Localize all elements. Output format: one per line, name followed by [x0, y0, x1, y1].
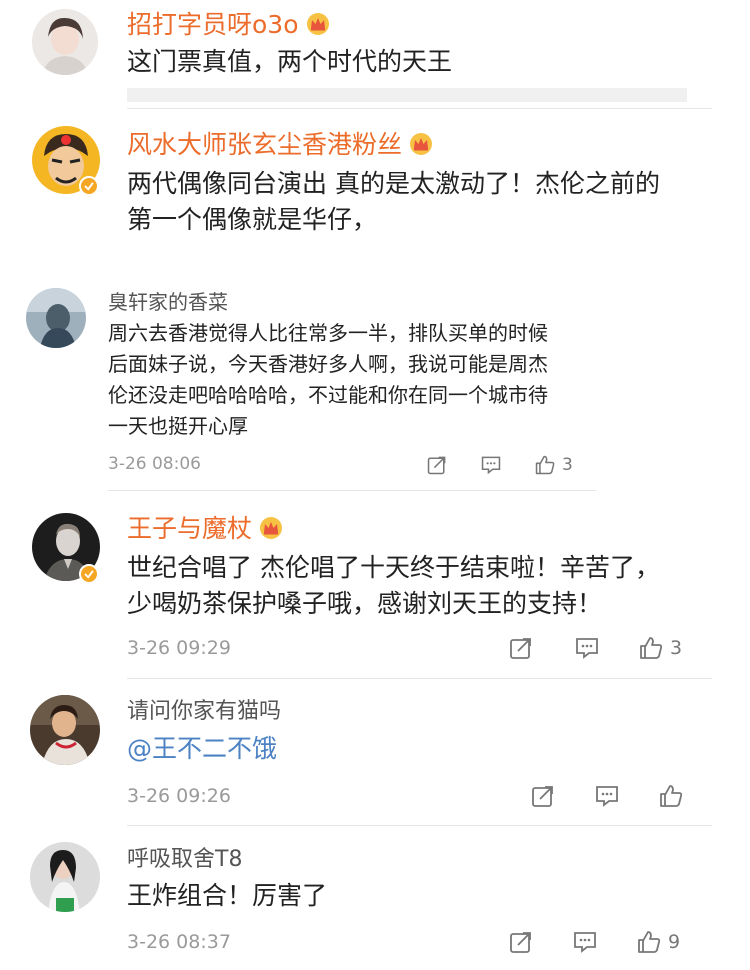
forward-icon	[427, 456, 446, 475]
like-button[interactable]: 3	[534, 450, 573, 480]
comment-text: 世纪合唱了 杰伦唱了十天终于结束啦！辛苦了， 少喝奶茶保护嗓子哦，感谢刘天王的支…	[127, 553, 660, 618]
avatar-image	[26, 288, 86, 348]
like-button[interactable]	[658, 781, 690, 811]
forward-icon	[510, 638, 531, 659]
comment-meta: 3-26 09:26	[0, 781, 750, 811]
timestamp: 3-26 08:37	[127, 931, 231, 953]
forward-button[interactable]	[530, 781, 556, 811]
comment-text: 两代偶像同台演出 真的是太激动了！杰伦之前的 第一个偶像就是华仔，	[127, 169, 660, 234]
vip-crown-icon	[408, 132, 434, 156]
avatar[interactable]	[26, 288, 86, 348]
forward-button[interactable]	[508, 927, 534, 957]
timestamp: 3-26 08:06	[108, 454, 201, 474]
avatar[interactable]	[30, 695, 100, 765]
thumbs-up-icon	[660, 785, 683, 807]
comment-meta: 3-26 08:06 3	[0, 450, 750, 480]
reply-button[interactable]	[572, 927, 598, 957]
username[interactable]: 臭轩家的香菜	[108, 292, 228, 312]
comment-meta: 3-26 08:37 9	[0, 927, 750, 957]
avatar-image	[30, 695, 100, 765]
comment-icon	[596, 786, 618, 807]
username-text[interactable]: 风水大师张玄尘香港粉丝	[127, 130, 402, 159]
avatar-image	[30, 842, 100, 912]
comment-icon	[481, 456, 501, 475]
forward-icon	[510, 932, 531, 953]
thumbs-up-icon	[535, 455, 555, 475]
comment-meta: 3-26 09:29 3	[0, 633, 750, 663]
forward-button[interactable]	[426, 450, 448, 480]
reply-button[interactable]	[594, 781, 620, 811]
divider	[127, 108, 712, 109]
reply-button[interactable]	[574, 633, 600, 663]
username-text[interactable]: 王子与魔杖	[127, 514, 252, 543]
username[interactable]: 王子与魔杖	[127, 516, 284, 541]
like-count: 3	[670, 637, 683, 659]
like-button[interactable]: 9	[636, 927, 680, 957]
reply-preview-bar	[127, 88, 687, 102]
like-count: 9	[668, 931, 681, 953]
username[interactable]: 招打字员呀o3o	[127, 12, 331, 37]
thumbs-up-icon	[638, 931, 661, 953]
comment-text: 这门票真值，两个时代的天王	[127, 47, 453, 76]
like-button[interactable]: 3	[638, 633, 682, 663]
forward-icon	[532, 786, 553, 807]
vip-crown-icon	[258, 516, 284, 540]
reply-button[interactable]	[480, 450, 502, 480]
comment-icon	[576, 638, 598, 659]
mention-link[interactable]: @王不二不饿	[127, 731, 277, 767]
verified-badge-icon	[79, 176, 99, 196]
divider	[127, 678, 712, 679]
avatar-image	[32, 9, 98, 75]
divider	[108, 490, 596, 491]
username[interactable]: 请问你家有猫吗	[127, 701, 281, 723]
vip-crown-icon	[305, 12, 331, 36]
thumbs-up-icon	[640, 637, 663, 659]
avatar[interactable]	[30, 842, 100, 912]
like-count: 3	[562, 455, 573, 475]
comment-icon	[574, 932, 596, 953]
timestamp: 3-26 09:26	[127, 785, 231, 807]
username[interactable]: 呼吸取舍T8	[127, 849, 242, 871]
verified-badge-icon	[79, 564, 99, 584]
username[interactable]: 风水大师张玄尘香港粉丝	[127, 132, 434, 157]
avatar[interactable]	[32, 9, 98, 75]
comment-text: 王炸组合！厉害了	[127, 881, 328, 910]
comment-text: 周六去香港觉得人比往常多一半，排队买单的时候 后面妹子说，今天香港好多人啊，我说…	[108, 321, 548, 438]
timestamp: 3-26 09:29	[127, 637, 231, 659]
divider	[127, 825, 712, 826]
forward-button[interactable]	[508, 633, 534, 663]
username-text[interactable]: 招打字员呀o3o	[127, 10, 299, 39]
